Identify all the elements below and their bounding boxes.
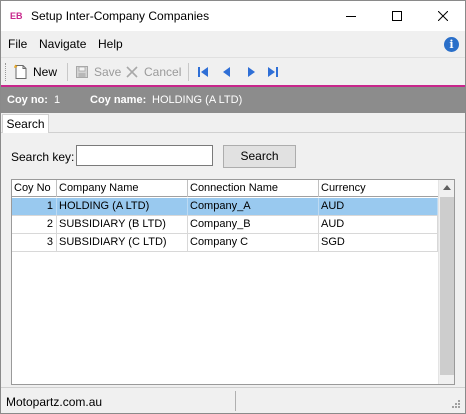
record-header: Coy no: 1 Coy name: HOLDING (A LTD)	[1, 85, 465, 113]
save-button-label: Save	[94, 65, 122, 79]
minimize-icon	[346, 16, 356, 17]
previous-record-icon[interactable]	[219, 64, 235, 80]
close-icon	[438, 11, 448, 21]
grid-header: Coy No Company Name Connection Name Curr…	[12, 180, 438, 197]
resize-grip-icon[interactable]	[451, 399, 461, 409]
menu-help[interactable]: Help	[98, 37, 123, 51]
info-icon[interactable]: i	[444, 37, 459, 52]
next-record-icon[interactable]	[243, 64, 259, 80]
new-button[interactable]: New	[13, 63, 57, 81]
close-button[interactable]	[420, 1, 466, 31]
coy-name-label: Coy name:	[90, 94, 147, 106]
search-key-label: Search key:	[11, 150, 75, 164]
toolbar-separator	[188, 63, 189, 81]
cell-connection-name: Company_B	[188, 216, 319, 233]
menu-file[interactable]: File	[8, 37, 27, 51]
window-title: Setup Inter-Company Companies	[31, 9, 210, 23]
status-company-site: Motopartz.com.au	[6, 395, 103, 409]
cancel-button-label: Cancel	[144, 65, 182, 79]
search-key-input[interactable]	[76, 145, 213, 166]
cell-currency: AUD	[319, 198, 438, 215]
menu-bar: File Navigate Help i	[1, 31, 465, 57]
cell-coy-no: 1	[12, 198, 57, 215]
companies-grid: Coy No Company Name Connection Name Curr…	[11, 179, 455, 385]
search-panel: Search key: Search Coy No Company Name C…	[1, 133, 465, 385]
maximize-icon	[392, 11, 402, 21]
scrollbar-thumb[interactable]	[440, 197, 454, 375]
cell-coy-no: 2	[12, 216, 57, 233]
save-button[interactable]: Save	[74, 63, 121, 81]
status-divider	[235, 391, 236, 411]
save-icon	[76, 66, 88, 78]
tab-strip: Search	[1, 113, 465, 134]
cell-connection-name: Company_A	[188, 198, 319, 215]
last-record-icon[interactable]	[265, 64, 281, 80]
new-document-icon	[14, 64, 27, 79]
cell-company-name: SUBSIDIARY (C LTD)	[57, 234, 188, 251]
column-header-connection-name[interactable]: Connection Name	[188, 180, 319, 197]
grid-vertical-scrollbar[interactable]	[438, 180, 454, 384]
cell-currency: SGD	[319, 234, 438, 251]
cancel-button[interactable]: Cancel	[124, 63, 181, 81]
toolbar-grip[interactable]	[5, 63, 8, 81]
column-header-currency[interactable]: Currency	[319, 180, 438, 197]
table-row[interactable]: 3 SUBSIDIARY (C LTD) Company C SGD	[12, 234, 438, 252]
cell-company-name: SUBSIDIARY (B LTD)	[57, 216, 188, 233]
new-button-label: New	[33, 65, 58, 79]
cell-currency: AUD	[319, 216, 438, 233]
toolbar-separator	[67, 63, 68, 81]
menu-navigate[interactable]: Navigate	[39, 37, 86, 51]
scroll-up-arrow-icon[interactable]	[443, 185, 451, 190]
table-row[interactable]: 2 SUBSIDIARY (B LTD) Company_B AUD	[12, 216, 438, 234]
cell-company-name: HOLDING (A LTD)	[57, 198, 188, 215]
cancel-icon	[126, 66, 138, 78]
first-record-icon[interactable]	[195, 64, 211, 80]
cell-connection-name: Company C	[188, 234, 319, 251]
table-row[interactable]: 1 HOLDING (A LTD) Company_A AUD	[12, 198, 438, 216]
column-header-coy-no[interactable]: Coy No	[12, 180, 57, 197]
coy-no-value: 1	[54, 94, 61, 106]
title-bar: EB Setup Inter-Company Companies	[1, 1, 465, 31]
coy-no-label: Coy no:	[7, 94, 48, 106]
app-logo-icon: EB	[10, 11, 23, 21]
minimize-button[interactable]	[328, 1, 374, 31]
tab-search[interactable]: Search	[2, 114, 49, 134]
status-bar: Motopartz.com.au	[1, 387, 465, 413]
search-button[interactable]: Search	[223, 145, 296, 168]
cell-coy-no: 3	[12, 234, 57, 251]
toolbar: New Save Cancel	[1, 57, 465, 85]
maximize-button[interactable]	[374, 1, 420, 31]
column-header-company-name[interactable]: Company Name	[57, 180, 188, 197]
coy-name-value: HOLDING (A LTD)	[152, 94, 243, 106]
app-window: EB Setup Inter-Company Companies File Na…	[0, 0, 466, 414]
